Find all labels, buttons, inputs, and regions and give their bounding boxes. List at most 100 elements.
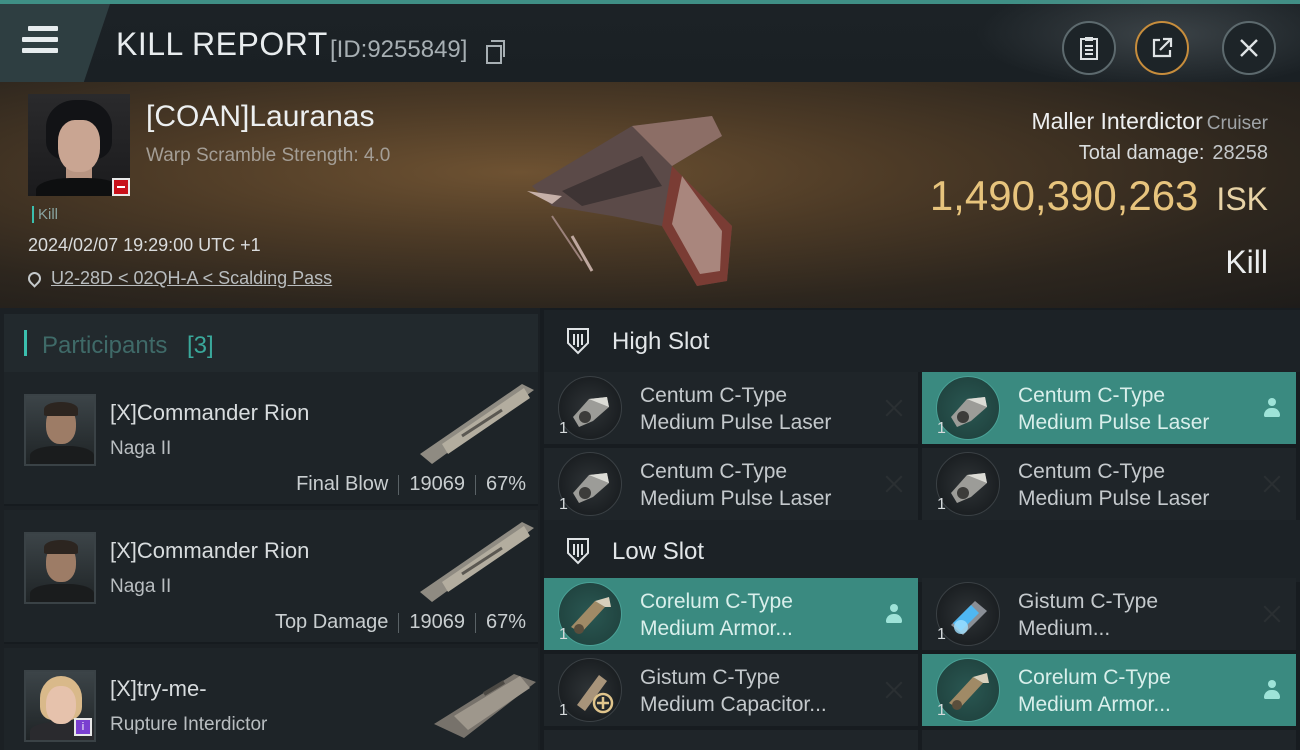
high-slot-header: High Slot [544, 310, 1300, 372]
high-slot-module[interactable]: 1 Centum C-Type Medium Pulse Laser [922, 448, 1296, 520]
close-icon[interactable] [884, 680, 904, 700]
low-slot-icon [567, 538, 589, 565]
victim-ship-image [527, 116, 732, 286]
kill-tag: Kill [32, 206, 58, 223]
module-name: Centum C-Type [640, 460, 788, 483]
participant-row[interactable]: [X]Commander Rion Naga II Final Blow 190… [4, 372, 538, 506]
low-slot-title: Low Slot [612, 538, 705, 565]
close-icon[interactable] [1262, 474, 1282, 494]
total-damage-label: Total damage: [1078, 142, 1205, 164]
participant-ship-image [420, 522, 534, 602]
low-slot-module[interactable]: 1 Corelum C-Type Medium Armor... [544, 578, 918, 650]
participant-ship: Naga II [110, 438, 172, 459]
participant-percent: 67% [485, 611, 526, 633]
clipboard-icon [1080, 37, 1098, 60]
participant-ship-image [420, 384, 534, 464]
module-quantity: 1 [559, 420, 568, 437]
participant-role: Top Damage [274, 611, 389, 633]
page-title: KILL REPORT [116, 26, 328, 62]
module-quantity: 1 [559, 702, 568, 719]
module-name: Centum C-Type [1018, 384, 1166, 407]
copy-icon[interactable] [486, 40, 506, 64]
module-quantity: 1 [559, 496, 568, 513]
person-icon[interactable] [884, 604, 904, 624]
close-icon[interactable] [884, 474, 904, 494]
victim-name[interactable]: [COAN]Lauranas [146, 100, 374, 134]
low-slot-module[interactable]: 1 Gistum C-Type Medium... [922, 578, 1296, 650]
high-slot-icon [567, 328, 589, 355]
low-slot-module[interactable]: 1 Gistum C-Type Medium Capacitor... [544, 654, 918, 726]
participants-title: Participants [42, 332, 168, 359]
location-pin-icon [25, 269, 44, 288]
module-type: Medium Pulse Laser [640, 487, 832, 510]
total-damage: Total damage: 28258 [1079, 142, 1268, 165]
participants-panel: Participants [3] [X]Commander Rion Naga … [0, 308, 540, 750]
victim-ship-type[interactable]: Maller Interdictor Cruiser [1031, 108, 1268, 135]
module-type: Medium Capacitor... [640, 693, 827, 716]
high-slot-module[interactable]: 1 Centum C-Type Medium Pulse Laser [544, 372, 918, 444]
header-bar: KILL REPORT [ID:9255849] [0, 0, 1300, 94]
module-quantity: 1 [937, 496, 946, 513]
high-slot-module[interactable]: 1 Centum C-Type Medium Pulse Laser [922, 372, 1296, 444]
module-type: Medium Armor... [1018, 693, 1171, 716]
participant-stats: Final Blow 19069 67% [296, 473, 526, 496]
result-label: Kill [1225, 244, 1268, 280]
participant-role: Final Blow [296, 473, 389, 495]
isk-amount: 1,490,390,263 [929, 172, 1199, 219]
close-button[interactable] [1222, 21, 1276, 75]
warp-scramble-strength: Warp Scramble Strength: 4.0 [146, 145, 391, 166]
participant-ship: Naga II [110, 576, 172, 597]
location-text: U2-28D < 02QH-A < Scalding Pass [51, 268, 333, 288]
low-slot-module[interactable]: 1 Corelum C-Type Medium Armor... [922, 654, 1296, 726]
share-button[interactable] [1135, 21, 1189, 75]
module-name: Centum C-Type [640, 384, 788, 407]
hostile-standing-icon [112, 178, 130, 196]
module-quantity: 1 [937, 626, 946, 643]
participants-header: Participants [3] [4, 314, 538, 372]
participant-damage: 19069 [409, 611, 465, 633]
corp-badge-icon: i [74, 718, 92, 736]
module-quantity: 1 [937, 420, 946, 437]
close-icon[interactable] [884, 398, 904, 418]
module-type: Medium Pulse Laser [1018, 487, 1210, 510]
ship-class: Cruiser [1206, 113, 1268, 134]
close-icon[interactable] [1262, 604, 1282, 624]
participant-avatar[interactable] [24, 394, 96, 466]
module-quantity: 1 [559, 626, 568, 643]
participant-ship-image [434, 674, 536, 738]
low-slot-header: Low Slot [544, 520, 1300, 582]
participant-avatar[interactable] [24, 532, 96, 604]
report-id: [ID:9255849] [330, 36, 468, 63]
module-type: Medium Armor... [640, 617, 793, 640]
menu-icon[interactable] [22, 26, 62, 62]
kill-location-link[interactable]: U2-28D < 02QH-A < Scalding Pass [25, 268, 333, 289]
module-name: Gistum C-Type [1018, 590, 1159, 613]
participants-count: [3] [187, 332, 214, 359]
participant-name: [X]try-me- [110, 676, 207, 701]
person-icon[interactable] [1262, 680, 1282, 700]
participant-row[interactable]: i [X]try-me- Rupture Interdictor [4, 648, 538, 750]
low-slot-module[interactable] [922, 730, 1296, 750]
total-damage-value: 28258 [1212, 142, 1268, 164]
module-type: Medium Pulse Laser [640, 411, 832, 434]
module-name: Centum C-Type [1018, 460, 1166, 483]
participant-stats: Top Damage 19069 67% [275, 611, 526, 634]
participant-row[interactable]: [X]Commander Rion Naga II Top Damage 190… [4, 510, 538, 644]
person-icon[interactable] [1262, 398, 1282, 418]
isk-unit: ISK [1216, 181, 1268, 217]
share-icon [1152, 37, 1173, 58]
clipboard-button[interactable] [1062, 21, 1116, 75]
kill-datetime: 2024/02/07 19:29:00 UTC +1 [28, 235, 261, 255]
participant-ship: Rupture Interdictor [110, 714, 268, 735]
low-slot-module[interactable] [544, 730, 918, 750]
participant-percent: 67% [485, 473, 526, 495]
high-slot-module[interactable]: 1 Centum C-Type Medium Pulse Laser [544, 448, 918, 520]
participant-damage: 19069 [409, 473, 465, 495]
isk-value: 1,490,390,263 ISK [930, 172, 1268, 220]
module-type: Medium... [1018, 617, 1111, 640]
ship-name: Maller Interdictor [1031, 108, 1203, 134]
module-quantity: 1 [937, 702, 946, 719]
module-type: Medium Pulse Laser [1018, 411, 1210, 434]
module-name: Corelum C-Type [640, 590, 793, 613]
module-name: Gistum C-Type [640, 666, 781, 689]
